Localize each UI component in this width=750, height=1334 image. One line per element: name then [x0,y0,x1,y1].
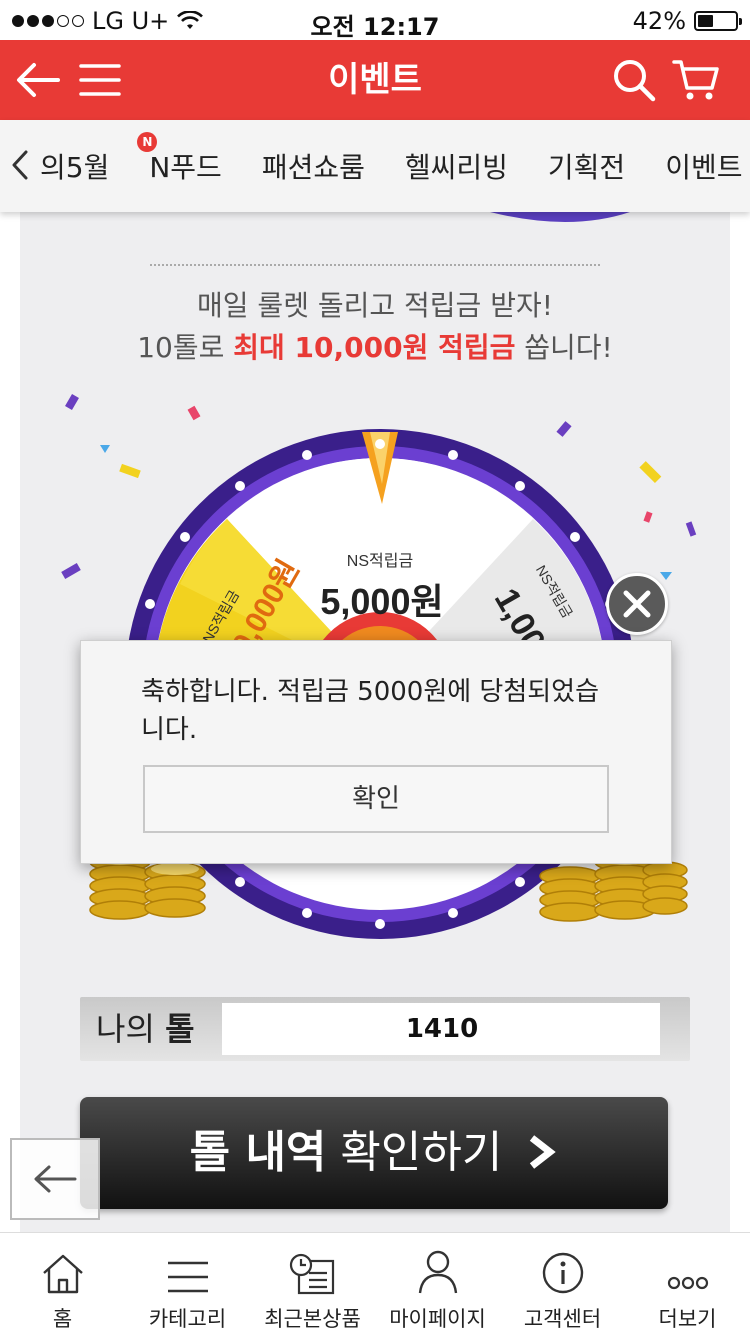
battery-icon [694,11,742,31]
my-tol-box: 나의 톨 1410 [80,997,690,1061]
my-tol-label: 나의 톨 [96,1010,195,1048]
category-item-healthy-living[interactable]: 헬씨리빙 [405,146,508,186]
chevron-right-icon [530,1135,557,1169]
cart-icon [672,60,719,100]
tab-customer-center[interactable]: 고객센터 [500,1233,625,1334]
category-item-may[interactable]: 의5월 [40,146,109,186]
category-item-nfood[interactable]: N N푸드 [137,132,222,186]
wheel-top-amount: 5,000원 [320,581,443,622]
info-icon [542,1252,583,1294]
category-item-label: N푸드 [149,151,222,184]
category-item-special[interactable]: 기획전 [548,146,625,186]
menu-icon [167,1261,208,1293]
home-icon [42,1254,83,1294]
bottom-tab-bar: 홈 카테고리 최근본상품 마이페이지 고객센터 더보기 [0,1232,750,1334]
category-item-event[interactable]: 이벤트 [665,146,742,186]
close-icon [623,590,651,618]
category-nav: 의5월 N N푸드 패션쇼룸 헬씨리빙 기획전 이벤트 [0,120,750,212]
promo-line-2: 10톨로 최대 10,000원 적립금 쏩니다! [137,331,613,364]
back-arrow-icon [34,1165,77,1193]
banner-title-art [490,212,630,222]
floating-back-button[interactable] [10,1138,100,1220]
tab-recent-items[interactable]: 최근본상품 [250,1233,375,1334]
category-item-fashion[interactable]: 패션쇼룸 [262,146,365,186]
new-badge: N [137,132,158,152]
tol-history-button[interactable]: 톨 내역 확인하기 [80,1097,668,1209]
wheel-top-label: NS적립금 [347,552,413,570]
tab-mypage[interactable]: 마이페이지 [375,1233,500,1334]
chevron-left-icon[interactable] [10,148,30,191]
search-button[interactable] [610,56,658,104]
tab-label: 홈 [52,1307,73,1331]
tab-label: 더보기 [658,1307,717,1331]
dialog-message: 축하합니다. 적립금 5000원에 당첨되었습니다. [141,677,600,745]
confirm-button[interactable]: 확인 [143,765,609,833]
cart-button[interactable] [672,56,720,104]
tab-category[interactable]: 카테고리 [125,1233,250,1334]
divider [150,264,600,266]
win-alert-dialog: 축하합니다. 적립금 5000원에 당첨되었습니다. 확인 [80,640,672,864]
tab-more[interactable]: 더보기 [625,1233,750,1334]
my-tol-value: 1410 [405,1014,479,1044]
my-tol-value-box: 1410 [222,1003,660,1055]
tab-label: 마이페이지 [389,1307,486,1331]
more-icon [667,1276,708,1290]
battery-percent: 42% [632,7,686,35]
tab-label: 카테고리 [148,1307,227,1331]
status-bar: LG U+ 오전 12:17 42% [0,0,750,41]
tab-home[interactable]: 홈 [0,1233,125,1334]
tab-label: 최근본상품 [264,1307,361,1331]
tab-label: 고객센터 [523,1307,602,1331]
app-header: 이벤트 [0,40,750,120]
promo-highlight: 최대 10,000원 적립금 [233,331,516,364]
person-icon [418,1250,457,1294]
promo-line-1: 매일 룰렛 돌리고 적립금 받자! [197,289,553,322]
search-icon [614,60,656,102]
close-popup-button[interactable] [606,573,668,635]
recent-items-icon [289,1253,334,1295]
